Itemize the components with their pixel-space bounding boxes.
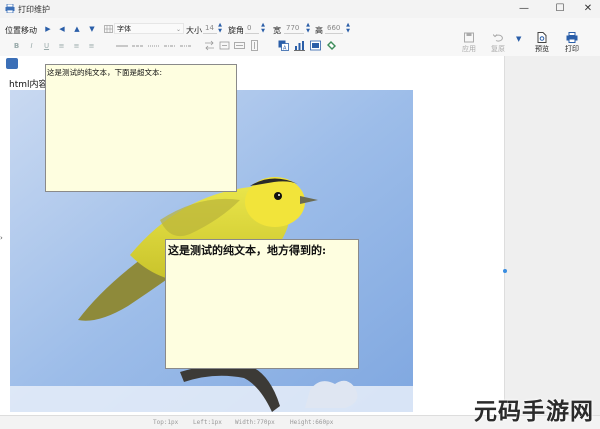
- height-label: 高: [315, 26, 323, 35]
- underline-icon[interactable]: U: [42, 41, 51, 51]
- plain-text-content: 这是测试的纯文本，下面是超文本:: [47, 68, 163, 77]
- apply-button[interactable]: 应用: [456, 32, 482, 54]
- right-panel: [505, 56, 600, 415]
- line-dashdotdot-icon[interactable]: [180, 45, 192, 47]
- move-right-button[interactable]: ▶: [43, 23, 53, 35]
- printer-app-icon: [5, 4, 15, 13]
- move-down-button[interactable]: ▼: [87, 23, 97, 35]
- preview-label: 预览: [535, 45, 549, 53]
- rotate-input[interactable]: 0: [245, 23, 259, 34]
- preview-button[interactable]: 预览: [529, 32, 555, 54]
- printer-icon: [566, 32, 578, 43]
- plain-text-box[interactable]: 这是测试的纯文本，下面是超文本:: [45, 64, 237, 192]
- align-left-icon[interactable]: ≡: [57, 41, 66, 51]
- line-dash-icon[interactable]: [132, 45, 144, 47]
- font-select[interactable]: 字体 ⌄: [114, 23, 184, 34]
- chevron-down-icon: ⌄: [175, 26, 181, 33]
- insert-chart-icon[interactable]: [294, 40, 305, 51]
- resize-v-icon[interactable]: [249, 40, 260, 51]
- transfer-icon[interactable]: [204, 40, 215, 51]
- line-dashdot-icon[interactable]: [164, 45, 176, 47]
- font-select-value: 字体: [117, 25, 131, 33]
- line-dot-icon[interactable]: [148, 45, 160, 47]
- height-input[interactable]: 660: [325, 23, 343, 34]
- window-title: 打印维护: [18, 5, 50, 14]
- insert-barcode-icon[interactable]: [326, 40, 337, 51]
- minimize-button[interactable]: —: [516, 2, 532, 16]
- design-mode-icon[interactable]: [6, 58, 18, 69]
- width-spinner[interactable]: ▲ ▼: [305, 22, 311, 35]
- height-spinner[interactable]: ▲ ▼: [345, 22, 351, 35]
- reset-dropdown-icon[interactable]: ▼: [516, 35, 521, 43]
- resize-handle[interactable]: [503, 269, 507, 273]
- apply-label: 应用: [462, 45, 476, 53]
- align-center-icon[interactable]: ≡: [72, 41, 81, 51]
- status-width: Width:770px: [235, 419, 275, 426]
- status-height: Height:660px: [290, 419, 334, 426]
- italic-icon[interactable]: I: [27, 41, 36, 51]
- size-input[interactable]: 14: [203, 23, 217, 34]
- title-bar: 打印维护 — ☐ ✕: [0, 0, 600, 18]
- rotate-label: 旋角: [228, 26, 244, 35]
- reset-label: 复原: [491, 45, 505, 53]
- print-canvas[interactable]: html内容 这是测试的纯文本，下面是超文本: 这是测试的纯文本，地方得到的:: [0, 56, 505, 415]
- status-left: Left:1px: [193, 419, 222, 426]
- bold-icon[interactable]: B: [12, 41, 21, 51]
- width-label: 宽: [273, 26, 281, 35]
- undo-icon: [493, 34, 503, 42]
- toolbar: 位置移动 ▶ ◀ ▲ ▼ 字体 ⌄ 大小 14 ▲ ▼ 旋角 0 ▲ ▼ 宽 770…: [0, 18, 600, 57]
- status-top: Top:1px: [153, 419, 179, 426]
- width-input[interactable]: 770: [284, 23, 304, 34]
- insert-image-icon[interactable]: [310, 40, 321, 51]
- rotate-spinner[interactable]: ▲ ▼: [260, 22, 266, 35]
- maximize-button[interactable]: ☐: [552, 2, 568, 16]
- print-button[interactable]: 打印: [559, 32, 585, 54]
- html-content-label: html内容: [9, 80, 48, 90]
- resize-h-icon[interactable]: [234, 40, 245, 51]
- move-up-button[interactable]: ▲: [72, 23, 82, 35]
- left-edge-arrow-icon[interactable]: ›: [0, 234, 3, 242]
- grid-icon[interactable]: [104, 25, 113, 33]
- rich-text-box[interactable]: 这是测试的纯文本，地方得到的:: [165, 239, 359, 369]
- size-spinner[interactable]: ▲ ▼: [217, 22, 223, 35]
- line-solid-icon[interactable]: [116, 45, 128, 47]
- save-icon: [464, 32, 474, 43]
- align-right-icon[interactable]: ≡: [87, 41, 96, 51]
- stretch-icon[interactable]: [219, 40, 230, 51]
- svg-text:A: A: [283, 46, 287, 52]
- move-left-button[interactable]: ◀: [57, 23, 67, 35]
- site-watermark: 元码手游网: [474, 399, 594, 425]
- reset-button[interactable]: 复原: [485, 32, 511, 54]
- close-button[interactable]: ✕: [580, 2, 596, 16]
- insert-text-icon[interactable]: A: [278, 40, 289, 51]
- size-label: 大小: [186, 26, 202, 35]
- preview-icon: [537, 32, 547, 43]
- position-move-label: 位置移动: [5, 26, 37, 35]
- rich-text-content: 这是测试的纯文本，地方得到的:: [168, 244, 327, 257]
- print-label: 打印: [565, 45, 579, 53]
